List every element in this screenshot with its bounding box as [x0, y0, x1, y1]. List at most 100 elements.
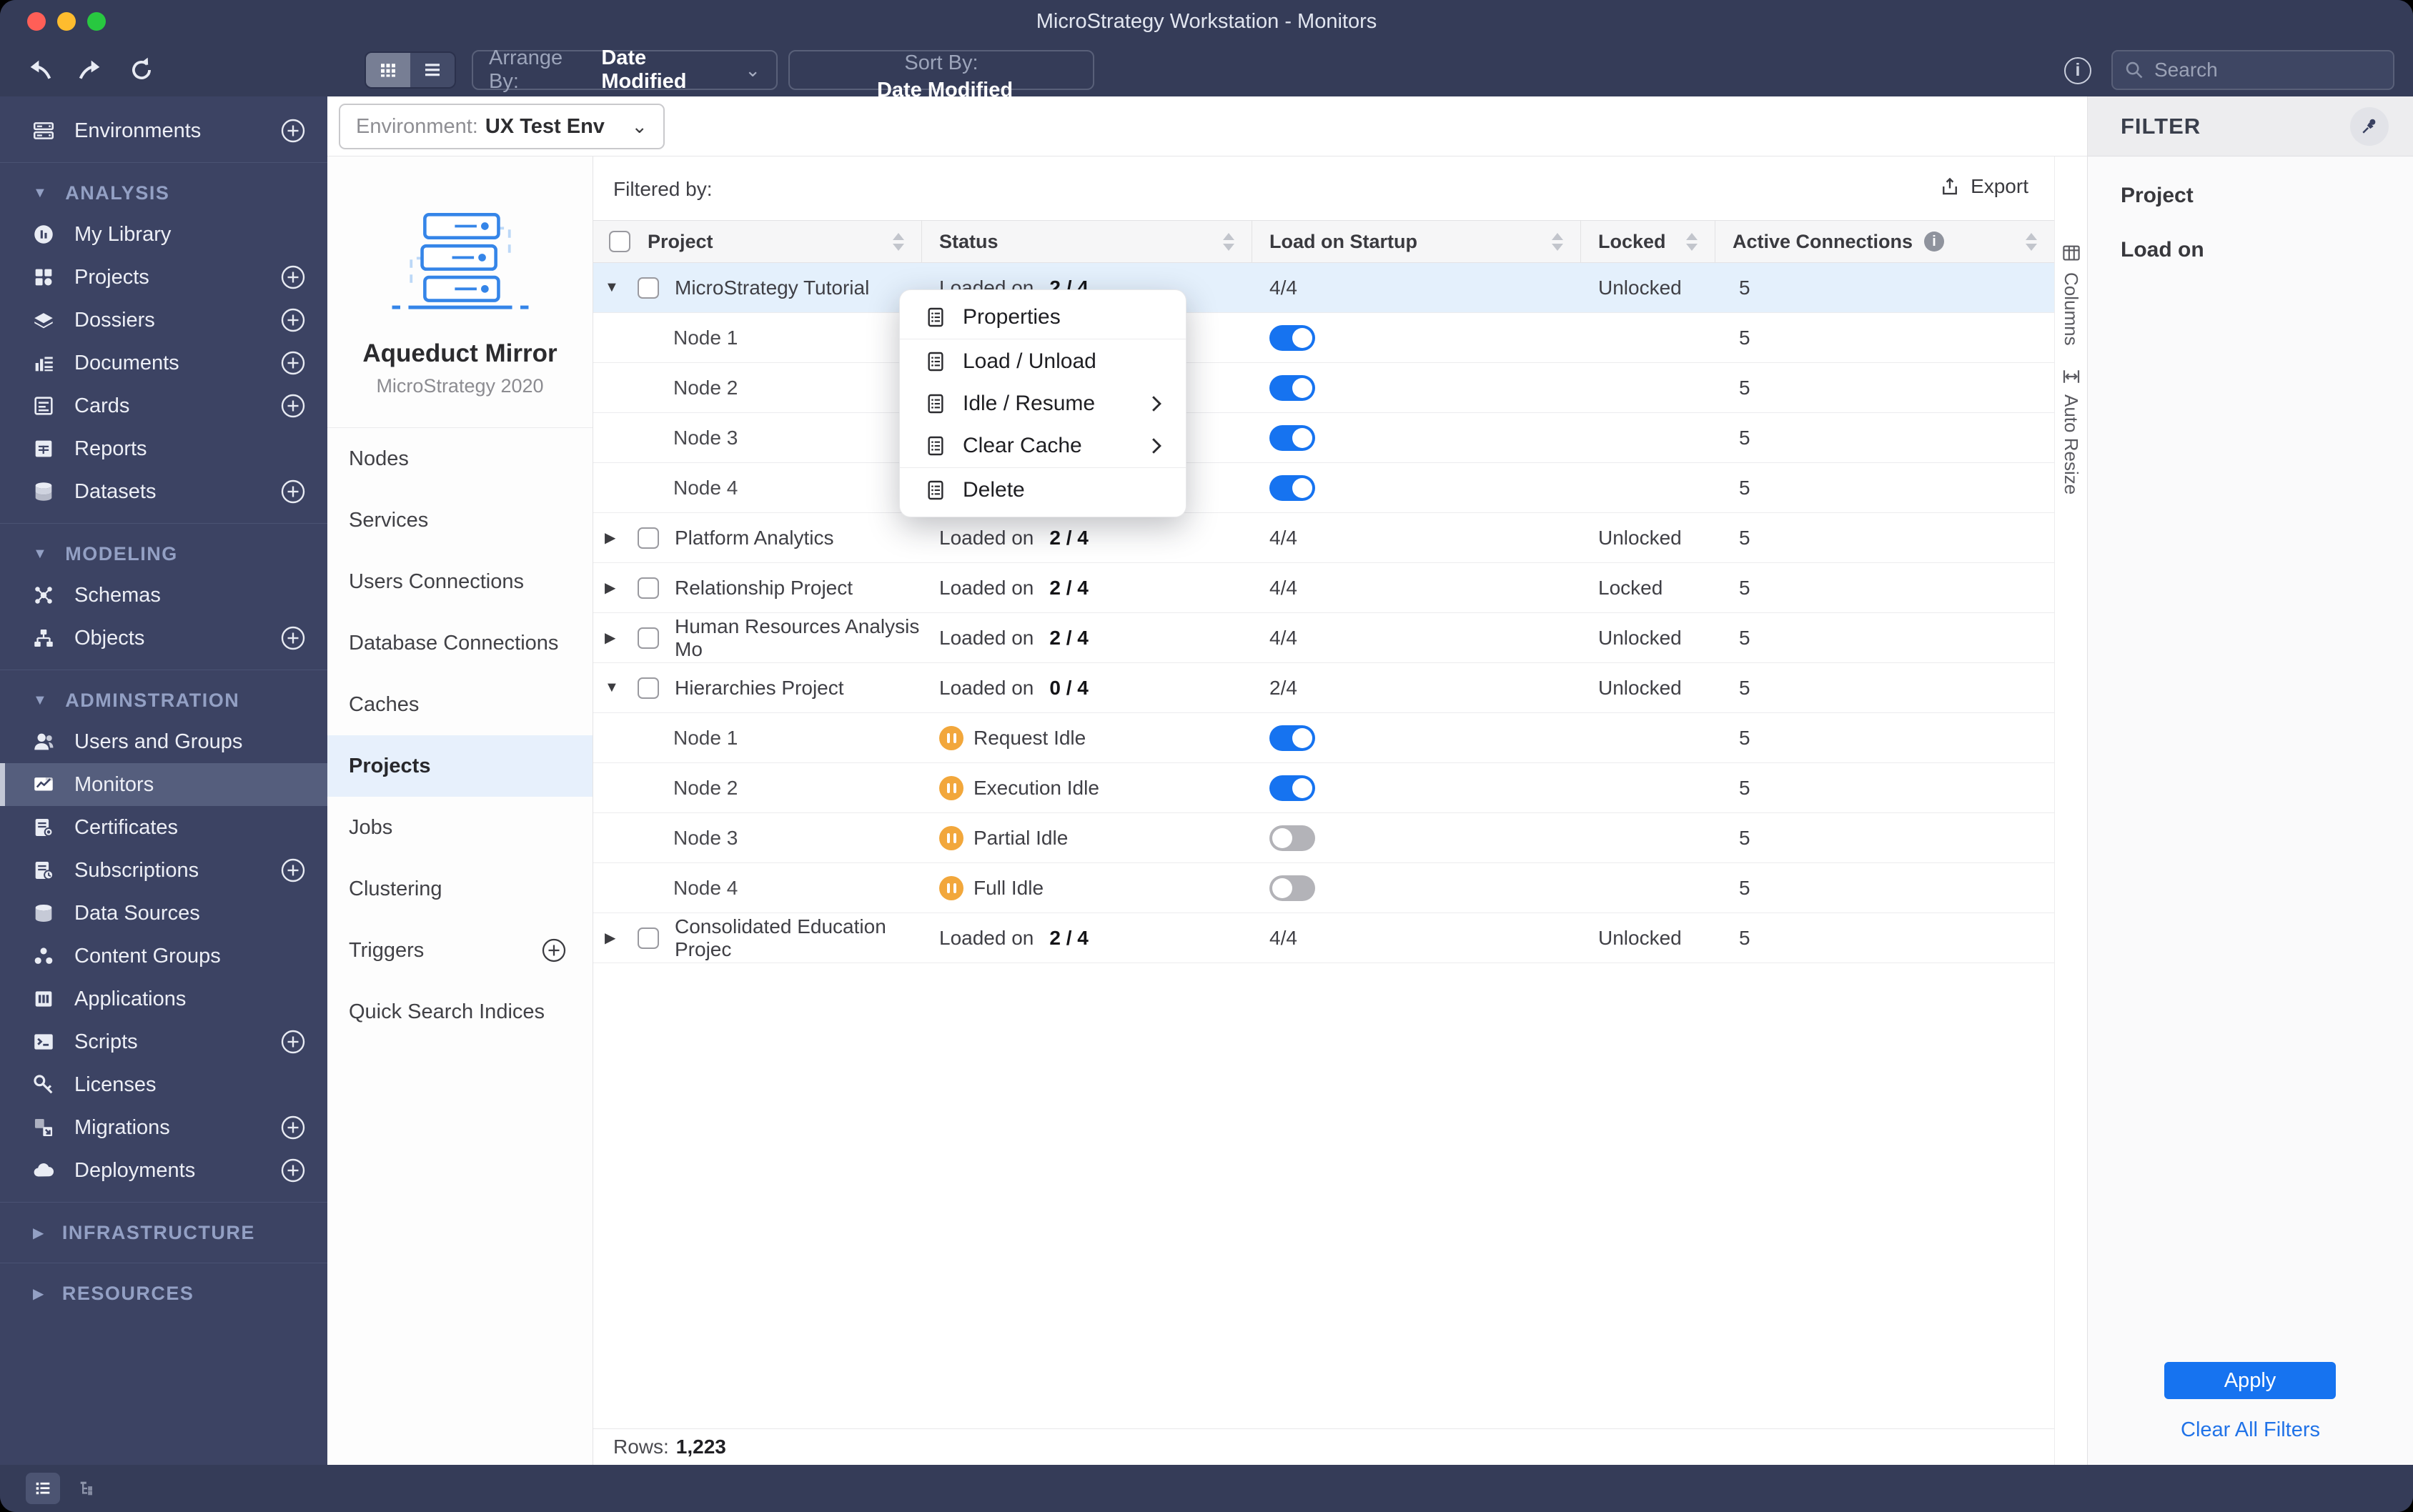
table-row[interactable]: Node 4 5: [593, 463, 2054, 513]
info-icon[interactable]: i: [1924, 232, 1945, 252]
refresh-button[interactable]: [123, 51, 160, 89]
section-administration[interactable]: ▼ ADMINSTRATION: [0, 680, 327, 720]
sidebar-item-subscriptions[interactable]: Subscriptions: [0, 849, 327, 892]
arrange-by-dropdown[interactable]: Arrange By: Date Modified ⌄: [472, 46, 778, 93]
menu-item-idle-resume[interactable]: Idle / Resume: [900, 382, 1186, 424]
server-tab-projects[interactable]: Projects: [327, 735, 593, 797]
table-row[interactable]: Node 2 Execution Idle 5: [593, 763, 2054, 813]
table-row[interactable]: ▶ Consolidated Education Projec Loaded on…: [593, 913, 2054, 963]
server-tab-triggers[interactable]: Triggers: [327, 920, 593, 981]
table-row[interactable]: ▼ Hierarchies Project Loaded on 0 / 4 2/4 …: [593, 663, 2054, 713]
expand-icon[interactable]: ▶: [605, 529, 626, 547]
tree-view-button[interactable]: [71, 1474, 103, 1503]
info-button[interactable]: i: [2064, 57, 2091, 84]
sidebar-item-objects[interactable]: Objects: [0, 617, 327, 660]
column-header-active-connections[interactable]: Active Connections i: [1715, 221, 2054, 262]
server-tab-jobs[interactable]: Jobs: [327, 797, 593, 858]
export-button[interactable]: Export: [1939, 175, 2028, 198]
server-tab-nodes[interactable]: Nodes: [327, 428, 593, 489]
sidebar-item-monitors[interactable]: Monitors: [0, 763, 327, 806]
load-on-startup-toggle[interactable]: [1269, 725, 1315, 751]
server-tab-caches[interactable]: Caches: [327, 674, 593, 735]
table-row[interactable]: Node 1 5: [593, 313, 2054, 363]
back-button[interactable]: [21, 51, 59, 89]
server-tab-quick-search-indices[interactable]: Quick Search Indices: [327, 981, 593, 1043]
table-row[interactable]: ▶ Platform Analytics Loaded on 2 / 4 4/4 U…: [593, 513, 2054, 563]
add-subscription-icon[interactable]: [280, 857, 306, 883]
load-on-startup-toggle[interactable]: [1269, 775, 1315, 801]
row-checkbox[interactable]: [638, 577, 659, 599]
row-checkbox[interactable]: [638, 527, 659, 549]
row-checkbox[interactable]: [638, 677, 659, 699]
select-all-checkbox[interactable]: [609, 231, 630, 252]
column-header-project[interactable]: Project: [593, 221, 922, 262]
section-infrastructure[interactable]: ▶ INFRASTRUCTURE: [0, 1213, 327, 1253]
section-analysis[interactable]: ▼ ANALYSIS: [0, 173, 327, 213]
menu-item-load-unload[interactable]: Load / Unload: [900, 340, 1186, 382]
expand-icon[interactable]: ▶: [605, 929, 626, 947]
add-dataset-icon[interactable]: [280, 479, 306, 504]
add-environment-icon[interactable]: [280, 118, 306, 144]
load-on-startup-toggle[interactable]: [1269, 474, 1315, 501]
add-script-icon[interactable]: [280, 1029, 306, 1055]
flat-list-view-button[interactable]: [26, 1473, 60, 1504]
list-view-button[interactable]: [410, 53, 455, 87]
clear-all-filters-link[interactable]: Clear All Filters: [2088, 1418, 2413, 1442]
sidebar-item-content-groups[interactable]: Content Groups: [0, 935, 327, 978]
columns-tab[interactable]: Columns: [2055, 242, 2087, 346]
apply-button[interactable]: Apply: [2164, 1362, 2336, 1399]
add-card-icon[interactable]: [280, 393, 306, 419]
expand-icon[interactable]: ▶: [605, 579, 626, 597]
column-header-load-on-startup[interactable]: Load on Startup: [1252, 221, 1581, 262]
table-row[interactable]: ▶ Relationship Project Loaded on 2 / 4 4/4…: [593, 563, 2054, 613]
server-tab-users-connections[interactable]: Users Connections: [327, 551, 593, 612]
sidebar-item-deployments[interactable]: Deployments: [0, 1149, 327, 1192]
table-row[interactable]: Node 3 5: [593, 413, 2054, 463]
section-modeling[interactable]: ▼ MODELING: [0, 534, 327, 574]
sidebar-item-scripts[interactable]: Scripts: [0, 1020, 327, 1063]
table-row[interactable]: Node 3 Partial Idle 5: [593, 813, 2054, 863]
load-on-startup-toggle[interactable]: [1269, 825, 1315, 851]
sort-by-dropdown[interactable]: Sort By: Date Modified ⌄: [788, 50, 1094, 127]
pin-button[interactable]: [2350, 106, 2389, 146]
collapse-icon[interactable]: ▼: [605, 279, 626, 296]
expand-icon[interactable]: ▶: [605, 629, 626, 647]
sidebar-item-dossiers[interactable]: Dossiers: [0, 299, 327, 342]
add-migration-icon[interactable]: [280, 1115, 306, 1140]
grid-view-button[interactable]: [366, 53, 410, 87]
auto-resize-tab[interactable]: Auto Resize: [2055, 367, 2087, 494]
sidebar-item-migrations[interactable]: Migrations: [0, 1106, 327, 1149]
environment-dropdown[interactable]: Environment: UX Test Env ⌄: [339, 104, 665, 149]
add-deployment-icon[interactable]: [280, 1158, 306, 1183]
sidebar-item-data-sources[interactable]: Data Sources: [0, 892, 327, 935]
row-checkbox[interactable]: [638, 627, 659, 649]
server-tab-services[interactable]: Services: [327, 489, 593, 551]
menu-item-delete[interactable]: Delete: [900, 469, 1186, 511]
sidebar-item-users-and-groups[interactable]: Users and Groups: [0, 720, 327, 763]
sidebar-item-environments[interactable]: Environments: [0, 109, 327, 152]
add-dossier-icon[interactable]: [280, 307, 306, 333]
sidebar-item-applications[interactable]: Applications: [0, 978, 327, 1020]
filter-field-project[interactable]: Project: [2121, 184, 2194, 208]
filter-field-load-on[interactable]: Load on: [2121, 238, 2204, 262]
table-row[interactable]: Node 2 5: [593, 363, 2054, 413]
row-checkbox[interactable]: [638, 277, 659, 299]
sidebar-item-my-library[interactable]: My Library: [0, 213, 327, 256]
add-project-icon[interactable]: [280, 264, 306, 290]
menu-item-properties[interactable]: Properties: [900, 296, 1186, 338]
load-on-startup-toggle[interactable]: [1269, 324, 1315, 351]
table-row[interactable]: Node 1 Request Idle 5: [593, 713, 2054, 763]
column-header-locked[interactable]: Locked: [1581, 221, 1715, 262]
load-on-startup-toggle[interactable]: [1269, 374, 1315, 401]
load-on-startup-toggle[interactable]: [1269, 424, 1315, 451]
search-box[interactable]: [2111, 50, 2394, 90]
search-input[interactable]: [2154, 59, 2369, 81]
sidebar-item-documents[interactable]: Documents: [0, 342, 327, 384]
sidebar-item-schemas[interactable]: Schemas: [0, 574, 327, 617]
load-on-startup-toggle[interactable]: [1269, 875, 1315, 901]
collapse-icon[interactable]: ▼: [605, 680, 626, 696]
table-row[interactable]: Node 4 Full Idle 5: [593, 863, 2054, 913]
sidebar-item-datasets[interactable]: Datasets: [0, 470, 327, 513]
add-object-icon[interactable]: [280, 625, 306, 651]
sidebar-item-reports[interactable]: Reports: [0, 427, 327, 470]
